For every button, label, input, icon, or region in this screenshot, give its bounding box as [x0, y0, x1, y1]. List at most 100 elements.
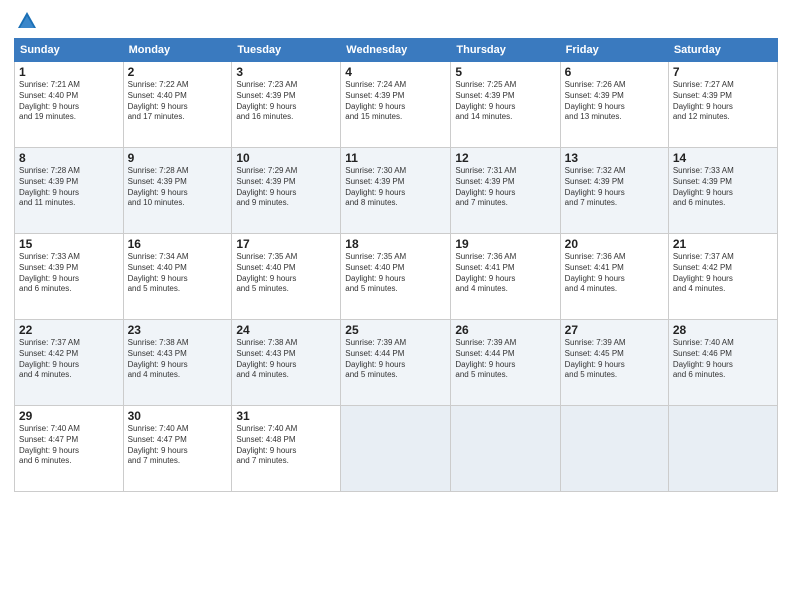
- table-row: 16Sunrise: 7:34 AM Sunset: 4:40 PM Dayli…: [123, 234, 232, 320]
- day-number: 13: [565, 151, 664, 165]
- table-row: 9Sunrise: 7:28 AM Sunset: 4:39 PM Daylig…: [123, 148, 232, 234]
- header: [14, 10, 778, 32]
- day-number: 5: [455, 65, 555, 79]
- day-number: 17: [236, 237, 336, 251]
- day-number: 21: [673, 237, 773, 251]
- col-wednesday: Wednesday: [341, 39, 451, 62]
- table-row: [560, 406, 668, 492]
- day-info: Sunrise: 7:35 AM Sunset: 4:40 PM Dayligh…: [236, 252, 336, 295]
- day-info: Sunrise: 7:32 AM Sunset: 4:39 PM Dayligh…: [565, 166, 664, 209]
- day-info: Sunrise: 7:40 AM Sunset: 4:46 PM Dayligh…: [673, 338, 773, 381]
- day-number: 1: [19, 65, 119, 79]
- table-row: 18Sunrise: 7:35 AM Sunset: 4:40 PM Dayli…: [341, 234, 451, 320]
- table-row: 31Sunrise: 7:40 AM Sunset: 4:48 PM Dayli…: [232, 406, 341, 492]
- table-row: 20Sunrise: 7:36 AM Sunset: 4:41 PM Dayli…: [560, 234, 668, 320]
- day-number: 31: [236, 409, 336, 423]
- day-number: 7: [673, 65, 773, 79]
- page-container: Sunday Monday Tuesday Wednesday Thursday…: [0, 0, 792, 500]
- day-number: 2: [128, 65, 228, 79]
- day-info: Sunrise: 7:26 AM Sunset: 4:39 PM Dayligh…: [565, 80, 664, 123]
- day-info: Sunrise: 7:27 AM Sunset: 4:39 PM Dayligh…: [673, 80, 773, 123]
- day-number: 26: [455, 323, 555, 337]
- day-number: 4: [345, 65, 446, 79]
- day-info: Sunrise: 7:30 AM Sunset: 4:39 PM Dayligh…: [345, 166, 446, 209]
- table-row: 13Sunrise: 7:32 AM Sunset: 4:39 PM Dayli…: [560, 148, 668, 234]
- col-sunday: Sunday: [15, 39, 124, 62]
- table-row: 5Sunrise: 7:25 AM Sunset: 4:39 PM Daylig…: [451, 62, 560, 148]
- table-row: 24Sunrise: 7:38 AM Sunset: 4:43 PM Dayli…: [232, 320, 341, 406]
- table-row: 25Sunrise: 7:39 AM Sunset: 4:44 PM Dayli…: [341, 320, 451, 406]
- day-number: 28: [673, 323, 773, 337]
- col-friday: Friday: [560, 39, 668, 62]
- day-info: Sunrise: 7:39 AM Sunset: 4:44 PM Dayligh…: [455, 338, 555, 381]
- day-info: Sunrise: 7:39 AM Sunset: 4:45 PM Dayligh…: [565, 338, 664, 381]
- logo-icon: [16, 10, 38, 32]
- table-row: 14Sunrise: 7:33 AM Sunset: 4:39 PM Dayli…: [668, 148, 777, 234]
- table-row: 26Sunrise: 7:39 AM Sunset: 4:44 PM Dayli…: [451, 320, 560, 406]
- day-info: Sunrise: 7:39 AM Sunset: 4:44 PM Dayligh…: [345, 338, 446, 381]
- day-info: Sunrise: 7:36 AM Sunset: 4:41 PM Dayligh…: [565, 252, 664, 295]
- day-info: Sunrise: 7:35 AM Sunset: 4:40 PM Dayligh…: [345, 252, 446, 295]
- table-row: 30Sunrise: 7:40 AM Sunset: 4:47 PM Dayli…: [123, 406, 232, 492]
- calendar-week-3: 15Sunrise: 7:33 AM Sunset: 4:39 PM Dayli…: [15, 234, 778, 320]
- day-info: Sunrise: 7:25 AM Sunset: 4:39 PM Dayligh…: [455, 80, 555, 123]
- day-number: 25: [345, 323, 446, 337]
- day-number: 24: [236, 323, 336, 337]
- table-row: 27Sunrise: 7:39 AM Sunset: 4:45 PM Dayli…: [560, 320, 668, 406]
- day-info: Sunrise: 7:21 AM Sunset: 4:40 PM Dayligh…: [19, 80, 119, 123]
- day-number: 22: [19, 323, 119, 337]
- col-saturday: Saturday: [668, 39, 777, 62]
- col-monday: Monday: [123, 39, 232, 62]
- logo: [14, 10, 38, 32]
- day-info: Sunrise: 7:22 AM Sunset: 4:40 PM Dayligh…: [128, 80, 228, 123]
- table-row: 19Sunrise: 7:36 AM Sunset: 4:41 PM Dayli…: [451, 234, 560, 320]
- table-row: 29Sunrise: 7:40 AM Sunset: 4:47 PM Dayli…: [15, 406, 124, 492]
- table-row: 1Sunrise: 7:21 AM Sunset: 4:40 PM Daylig…: [15, 62, 124, 148]
- day-info: Sunrise: 7:28 AM Sunset: 4:39 PM Dayligh…: [19, 166, 119, 209]
- day-number: 16: [128, 237, 228, 251]
- day-number: 23: [128, 323, 228, 337]
- day-number: 20: [565, 237, 664, 251]
- table-row: [451, 406, 560, 492]
- table-row: 28Sunrise: 7:40 AM Sunset: 4:46 PM Dayli…: [668, 320, 777, 406]
- day-number: 6: [565, 65, 664, 79]
- day-number: 27: [565, 323, 664, 337]
- table-row: [668, 406, 777, 492]
- day-info: Sunrise: 7:36 AM Sunset: 4:41 PM Dayligh…: [455, 252, 555, 295]
- day-info: Sunrise: 7:33 AM Sunset: 4:39 PM Dayligh…: [19, 252, 119, 295]
- day-info: Sunrise: 7:24 AM Sunset: 4:39 PM Dayligh…: [345, 80, 446, 123]
- calendar-week-2: 8Sunrise: 7:28 AM Sunset: 4:39 PM Daylig…: [15, 148, 778, 234]
- col-thursday: Thursday: [451, 39, 560, 62]
- day-number: 10: [236, 151, 336, 165]
- day-info: Sunrise: 7:28 AM Sunset: 4:39 PM Dayligh…: [128, 166, 228, 209]
- table-row: 21Sunrise: 7:37 AM Sunset: 4:42 PM Dayli…: [668, 234, 777, 320]
- day-info: Sunrise: 7:37 AM Sunset: 4:42 PM Dayligh…: [19, 338, 119, 381]
- day-info: Sunrise: 7:37 AM Sunset: 4:42 PM Dayligh…: [673, 252, 773, 295]
- day-number: 14: [673, 151, 773, 165]
- table-row: 8Sunrise: 7:28 AM Sunset: 4:39 PM Daylig…: [15, 148, 124, 234]
- calendar-week-5: 29Sunrise: 7:40 AM Sunset: 4:47 PM Dayli…: [15, 406, 778, 492]
- table-row: 7Sunrise: 7:27 AM Sunset: 4:39 PM Daylig…: [668, 62, 777, 148]
- table-row: 11Sunrise: 7:30 AM Sunset: 4:39 PM Dayli…: [341, 148, 451, 234]
- day-number: 9: [128, 151, 228, 165]
- day-info: Sunrise: 7:34 AM Sunset: 4:40 PM Dayligh…: [128, 252, 228, 295]
- day-number: 8: [19, 151, 119, 165]
- day-info: Sunrise: 7:40 AM Sunset: 4:47 PM Dayligh…: [19, 424, 119, 467]
- table-row: 22Sunrise: 7:37 AM Sunset: 4:42 PM Dayli…: [15, 320, 124, 406]
- day-info: Sunrise: 7:40 AM Sunset: 4:47 PM Dayligh…: [128, 424, 228, 467]
- day-info: Sunrise: 7:33 AM Sunset: 4:39 PM Dayligh…: [673, 166, 773, 209]
- day-number: 11: [345, 151, 446, 165]
- table-row: 6Sunrise: 7:26 AM Sunset: 4:39 PM Daylig…: [560, 62, 668, 148]
- table-row: 4Sunrise: 7:24 AM Sunset: 4:39 PM Daylig…: [341, 62, 451, 148]
- table-row: 15Sunrise: 7:33 AM Sunset: 4:39 PM Dayli…: [15, 234, 124, 320]
- col-tuesday: Tuesday: [232, 39, 341, 62]
- table-row: 23Sunrise: 7:38 AM Sunset: 4:43 PM Dayli…: [123, 320, 232, 406]
- day-number: 15: [19, 237, 119, 251]
- calendar-week-4: 22Sunrise: 7:37 AM Sunset: 4:42 PM Dayli…: [15, 320, 778, 406]
- table-row: 10Sunrise: 7:29 AM Sunset: 4:39 PM Dayli…: [232, 148, 341, 234]
- day-info: Sunrise: 7:40 AM Sunset: 4:48 PM Dayligh…: [236, 424, 336, 467]
- header-row: Sunday Monday Tuesday Wednesday Thursday…: [15, 39, 778, 62]
- table-row: 12Sunrise: 7:31 AM Sunset: 4:39 PM Dayli…: [451, 148, 560, 234]
- calendar-table: Sunday Monday Tuesday Wednesday Thursday…: [14, 38, 778, 492]
- day-info: Sunrise: 7:23 AM Sunset: 4:39 PM Dayligh…: [236, 80, 336, 123]
